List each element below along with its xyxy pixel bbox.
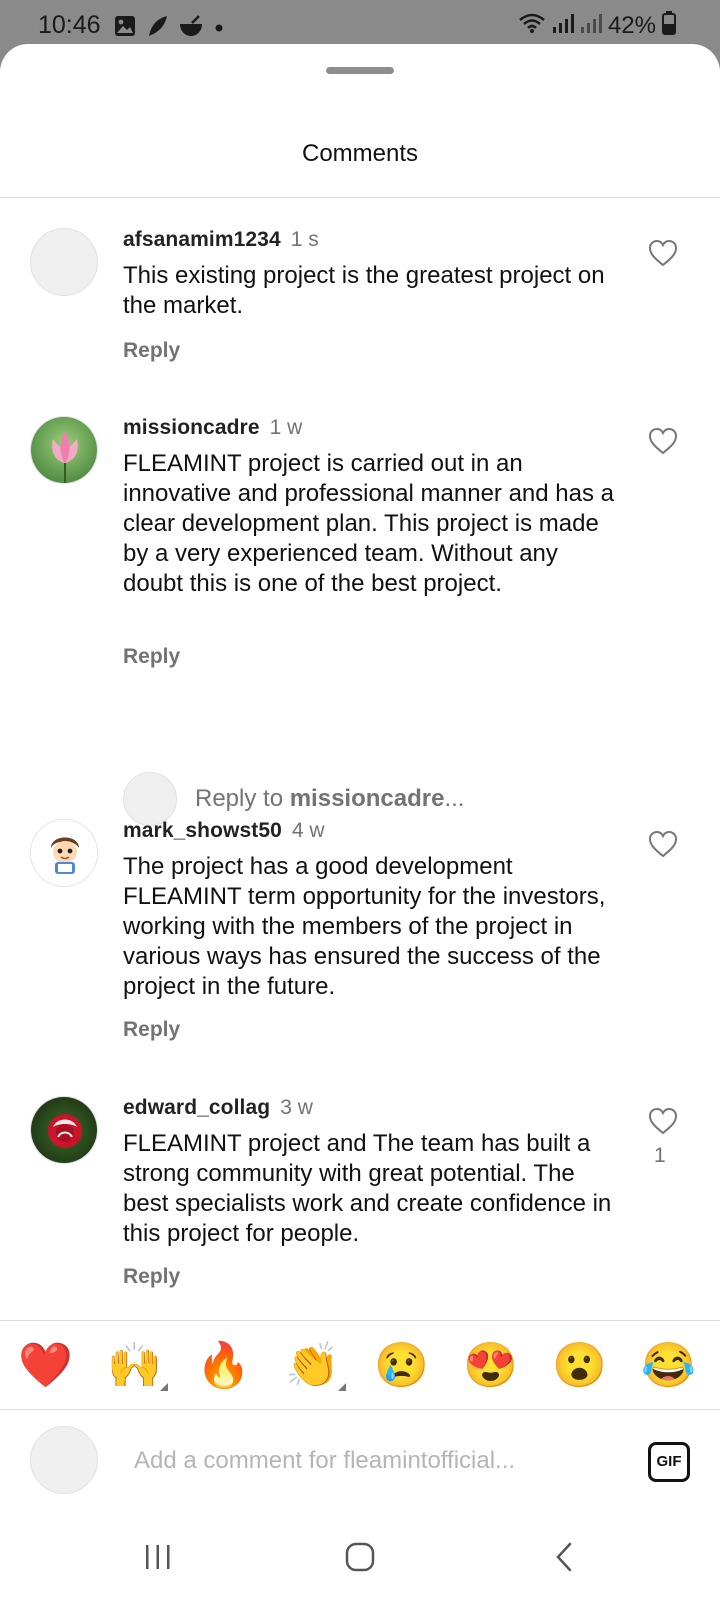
gallery-icon — [114, 15, 136, 42]
emoji-laughing[interactable]: 😂 — [641, 1339, 696, 1393]
comment-text: The project has a good development FLEAM… — [123, 853, 606, 1000]
heart-icon[interactable] — [648, 1107, 678, 1135]
gif-button[interactable]: GIF — [648, 1442, 690, 1482]
notification-icons — [114, 14, 224, 43]
comment-time: 1 w — [269, 416, 303, 439]
comment-text: FLEAMINT project is carried out in an in… — [123, 450, 614, 597]
comment-time: 3 w — [280, 1096, 313, 1119]
comment-header: missioncadre 1 w — [123, 416, 302, 440]
recents-icon[interactable] — [128, 1532, 188, 1582]
drag-handle[interactable] — [326, 67, 394, 74]
comment-username[interactable]: edward_collag — [123, 1096, 270, 1119]
like-count: 1 — [654, 1144, 666, 1167]
bowl-icon — [178, 14, 204, 43]
comment-input-row: GIF — [0, 1410, 720, 1510]
navigation-bar — [0, 1510, 720, 1600]
leaf-icon — [146, 14, 168, 43]
emoji-clap[interactable]: 👏 — [285, 1339, 340, 1393]
reply-to-suffix: ... — [444, 785, 465, 812]
signal-icon-2 — [580, 12, 602, 39]
comment-username[interactable]: mark_showst50 — [123, 819, 282, 842]
reply-to-prompt[interactable]: Reply to missioncadre... — [195, 785, 464, 813]
comment-time: 4 w — [291, 819, 325, 842]
sheet-title: Comments — [301, 140, 419, 167]
status-bar: 10:46 42% — [0, 0, 720, 50]
emoji-raised-hands[interactable]: 🙌 — [107, 1339, 162, 1393]
dot-icon — [214, 20, 224, 38]
comment-text: This existing project is the greatest pr… — [123, 262, 605, 319]
comment-username[interactable]: missioncadre — [123, 416, 260, 439]
skin-tone-indicator — [160, 1383, 168, 1391]
comment-header: edward_collag 3 w — [123, 1096, 313, 1120]
comment-header: afsanamim1234 1 s — [123, 228, 319, 252]
battery-percent: 42% — [607, 11, 656, 39]
comment-time: 1 s — [290, 228, 319, 251]
status-indicators: 42% — [518, 11, 676, 40]
reply-button[interactable]: Reply — [123, 1018, 180, 1042]
emoji-heart-eyes[interactable]: 😍 — [463, 1339, 518, 1393]
reply-button[interactable]: Reply — [123, 1265, 180, 1289]
home-icon[interactable] — [330, 1532, 390, 1582]
emoji-crying[interactable]: 😢 — [374, 1339, 429, 1393]
emoji-heart[interactable]: ❤️ — [18, 1339, 73, 1393]
comment-username[interactable]: afsanamim1234 — [123, 228, 281, 251]
comment-list[interactable]: afsanamim1234 1 s This existing project i… — [0, 198, 720, 1298]
battery-icon — [662, 11, 676, 40]
heart-icon[interactable] — [648, 427, 678, 455]
emoji-surprised[interactable]: 😮 — [552, 1339, 607, 1393]
avatar[interactable] — [30, 819, 98, 887]
heart-icon[interactable] — [648, 830, 678, 858]
back-icon[interactable] — [534, 1532, 594, 1582]
reply-to-row[interactable]: Reply to missioncadre... — [0, 769, 720, 829]
avatar — [123, 772, 177, 826]
signal-icon — [552, 12, 574, 39]
reply-to-username: missioncadre — [289, 785, 445, 812]
emoji-fire[interactable]: 🔥 — [196, 1339, 251, 1393]
status-time: 10:46 — [38, 11, 101, 39]
comment-input[interactable] — [134, 1444, 574, 1478]
reply-button[interactable]: Reply — [123, 339, 180, 363]
avatar[interactable] — [30, 416, 98, 484]
avatar[interactable] — [30, 1096, 98, 1164]
comment-text: FLEAMINT project and The team has built … — [123, 1130, 612, 1247]
avatar — [30, 1426, 98, 1494]
reply-to-prefix: Reply to — [195, 785, 290, 812]
wifi-icon — [518, 12, 546, 39]
comment-header: mark_showst50 4 w — [123, 819, 325, 843]
heart-icon[interactable] — [648, 239, 678, 267]
reply-button[interactable]: Reply — [123, 645, 180, 669]
avatar[interactable] — [30, 228, 98, 296]
emoji-bar: ❤️ 🙌 🔥 👏 😢 😍 😮 😂 — [0, 1320, 720, 1410]
skin-tone-indicator — [338, 1383, 346, 1391]
